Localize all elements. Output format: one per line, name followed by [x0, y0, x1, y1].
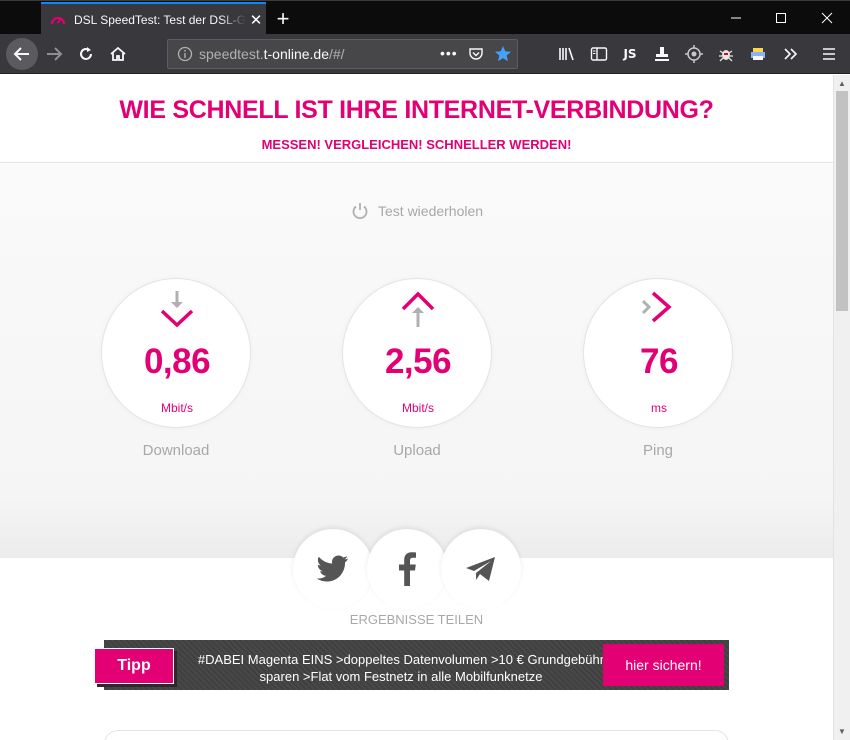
- upload-arrow-icon: [401, 291, 435, 327]
- url-bar[interactable]: speedtest.t-online.de/#/ •••: [167, 39, 518, 69]
- bug-icon[interactable]: [716, 44, 736, 64]
- ping-label: Ping: [642, 442, 674, 459]
- facebook-icon: [399, 552, 416, 586]
- repeat-test-button[interactable]: Test wiederholen: [350, 201, 483, 221]
- share-telegram-button[interactable]: [441, 529, 521, 609]
- printer-icon[interactable]: [748, 44, 768, 64]
- share-facebook-button[interactable]: [367, 529, 447, 609]
- target-icon[interactable]: [684, 44, 704, 64]
- overflow-chevron-icon[interactable]: [781, 44, 801, 64]
- results-panel: Test wiederholen 0,86 Mbit/s Download 2,…: [0, 164, 833, 558]
- close-window-icon[interactable]: [804, 1, 850, 34]
- download-value: 0,86: [143, 342, 211, 381]
- upload-gauge: 2,56 Mbit/s: [342, 278, 492, 428]
- info-icon[interactable]: [177, 46, 193, 62]
- library-icon[interactable]: [557, 44, 577, 64]
- share-twitter-button[interactable]: [293, 529, 373, 609]
- upload-unit: Mbit/s: [401, 401, 434, 415]
- telegram-icon: [466, 557, 495, 581]
- pocket-icon[interactable]: [468, 46, 484, 62]
- hamburger-menu-icon[interactable]: [819, 44, 839, 64]
- tab-close-icon[interactable]: ✕: [248, 11, 264, 29]
- speedometer-icon: [50, 16, 66, 24]
- scroll-down-icon[interactable]: ▼: [834, 723, 850, 739]
- download-arrow-icon: [160, 291, 194, 328]
- ping-value: 76: [640, 342, 678, 381]
- minimize-icon[interactable]: [713, 1, 759, 34]
- page-scrollbar[interactable]: ▲ ▼: [833, 75, 850, 740]
- page-title: WIE SCHNELL IST IHRE INTERNET-VERBINDUNG…: [119, 96, 714, 124]
- browser-tab[interactable]: DSL SpeedTest: Test der DSL-Geschwindigk…: [41, 2, 266, 35]
- tab-bar: DSL SpeedTest: Test der DSL-Geschwindigk…: [0, 0, 850, 35]
- repeat-test-label: Test wiederholen: [378, 203, 484, 219]
- tab-title: DSL SpeedTest: Test der DSL-Geschwindigk…: [74, 12, 246, 27]
- promo-cta-button[interactable]: hier sichern!: [603, 644, 724, 686]
- promo-banner[interactable]: Tipp #DABEI Magenta EINS >doppeltes Date…: [94, 640, 729, 690]
- download-gauge: 0,86 Mbit/s: [101, 278, 251, 428]
- sidebar-icon[interactable]: [589, 44, 609, 64]
- page-actions-icon[interactable]: •••: [440, 45, 458, 61]
- page-viewport: WIE SCHNELL IST IHRE INTERNET-VERBINDUNG…: [0, 75, 833, 740]
- scroll-up-icon[interactable]: ▲: [834, 75, 850, 91]
- next-section-card: [104, 730, 729, 740]
- navigation-toolbar: speedtest.t-online.de/#/ ••• JS: [0, 34, 850, 74]
- twitter-icon: [317, 555, 348, 582]
- ping-unit: ms: [651, 401, 667, 415]
- back-button[interactable]: [6, 38, 38, 70]
- download-unit: Mbit/s: [160, 401, 193, 415]
- new-tab-icon[interactable]: +: [272, 6, 294, 32]
- scroll-thumb[interactable]: [836, 91, 848, 311]
- ping-gauge: 76 ms: [583, 278, 733, 428]
- power-icon: [352, 203, 368, 220]
- bookmark-star-icon[interactable]: [494, 45, 512, 63]
- upload-label: Upload: [393, 442, 441, 459]
- upload-value: 2,56: [384, 342, 452, 381]
- maximize-icon[interactable]: [758, 1, 804, 34]
- url-text: speedtest.t-online.de/#/: [199, 46, 345, 62]
- home-button[interactable]: [102, 38, 134, 70]
- promo-text: #DABEI Magenta EINS >doppeltes Datenvolu…: [197, 652, 605, 684]
- tip-badge: Tipp: [94, 648, 174, 684]
- page-header: WIE SCHNELL IST IHRE INTERNET-VERBINDUNG…: [0, 75, 833, 163]
- forward-button[interactable]: [38, 38, 70, 70]
- stamp-icon[interactable]: [652, 44, 672, 64]
- ping-arrow-icon: [641, 291, 672, 323]
- page-subtitle: MESSEN! VERGLEICHEN! SCHNELLER WERDEN!: [261, 137, 572, 152]
- download-label: Download: [142, 442, 210, 459]
- reload-button[interactable]: [70, 38, 102, 70]
- javascript-toggle-icon[interactable]: JS: [620, 44, 640, 64]
- share-results-label: ERGEBNISSE TEILEN: [349, 612, 484, 627]
